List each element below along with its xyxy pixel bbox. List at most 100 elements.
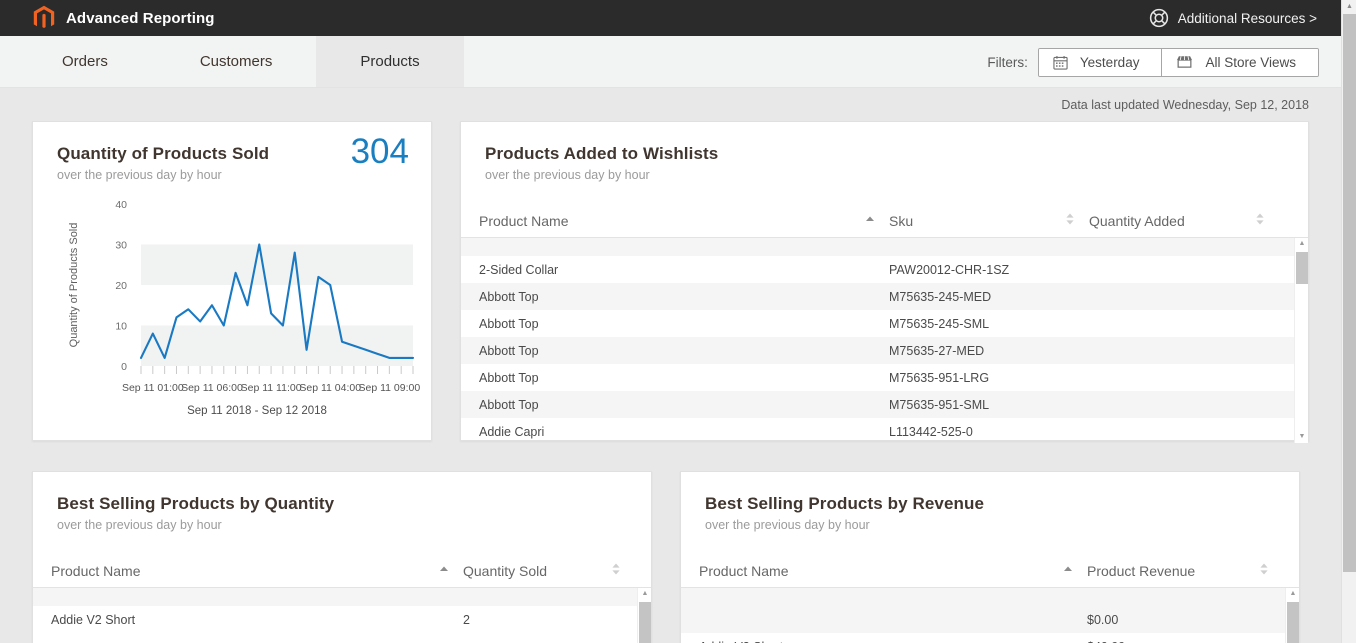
bsr-col-product-name-label: Product Name bbox=[699, 563, 788, 579]
magento-logo-icon bbox=[32, 5, 56, 31]
additional-resources-link[interactable]: Additional Resources > bbox=[1149, 0, 1317, 36]
wishlist-table-header: Product Name Sku Quantity Added bbox=[461, 204, 1308, 238]
page-scrollbar[interactable]: ▲ bbox=[1341, 0, 1356, 643]
data-updated-strip: Data last updated Wednesday, Sep 12, 201… bbox=[0, 88, 1341, 121]
table-cell-name: Addie V2 Short bbox=[699, 640, 1087, 643]
table-cell-sku: L113442-525-0 bbox=[889, 425, 1089, 439]
scroll-down-icon[interactable]: ▼ bbox=[1295, 431, 1309, 443]
tab-customers[interactable]: Customers bbox=[156, 36, 317, 87]
store-filter-label: All Store Views bbox=[1205, 55, 1296, 70]
wishlist-col-quantity-added[interactable]: Quantity Added bbox=[1089, 212, 1279, 229]
table-cell-name: Addie Capri bbox=[479, 425, 889, 439]
scroll-up-icon[interactable]: ▲ bbox=[638, 588, 652, 600]
table-cell-name: Abbott Top bbox=[479, 290, 889, 304]
wishlist-col-sku-label: Sku bbox=[889, 213, 913, 229]
table-cell-sku: M75635-951-LRG bbox=[889, 371, 1089, 385]
sort-none-icon bbox=[1065, 212, 1075, 229]
bsr-table-header: Product Name Product Revenue bbox=[681, 554, 1299, 588]
table-cell-name: Addie V2 Short bbox=[51, 613, 463, 627]
bsr-table-scrollbar[interactable]: ▲ bbox=[1285, 588, 1299, 643]
page-scroll-up-icon[interactable]: ▲ bbox=[1342, 0, 1356, 14]
table-row[interactable]: Abbott TopM75635-951-SML bbox=[461, 391, 1308, 418]
page-scrollbar-thumb[interactable] bbox=[1343, 14, 1356, 572]
table-cell-value: $40.99 bbox=[1087, 640, 1283, 643]
wishlist-col-product-name-label: Product Name bbox=[479, 213, 568, 229]
bsr-col-product-name[interactable]: Product Name bbox=[699, 563, 1087, 579]
table-row-spacer bbox=[681, 588, 1299, 606]
tab-orders-label: Orders bbox=[62, 53, 108, 70]
table-cell-name: Abbott Top bbox=[479, 317, 889, 331]
table-row-spacer bbox=[461, 238, 1308, 256]
tab-orders[interactable]: Orders bbox=[0, 36, 156, 87]
table-row[interactable]: 2-Sided CollarPAW20012-CHR-1SZ bbox=[461, 256, 1308, 283]
bsr-card-title: Best Selling Products by Revenue bbox=[705, 494, 1275, 514]
table-row[interactable]: Abbott TopM75635-245-MED bbox=[461, 283, 1308, 310]
bsr-scrollbar-thumb[interactable] bbox=[1287, 602, 1299, 643]
wishlist-card-header: Products Added to Wishlists over the pre… bbox=[461, 122, 1308, 182]
bsq-col-quantity-sold-label: Quantity Sold bbox=[463, 563, 547, 579]
bsq-card-header: Best Selling Products by Quantity over t… bbox=[33, 472, 651, 532]
bsq-rows: Addie V2 Short2 bbox=[33, 588, 651, 633]
table-cell-value: $0.00 bbox=[1087, 613, 1283, 627]
table-row[interactable]: Abbott TopM75635-951-LRG bbox=[461, 364, 1308, 391]
bsr-card-header: Best Selling Products by Revenue over th… bbox=[681, 472, 1299, 532]
products-added-to-wishlists-card: Products Added to Wishlists over the pre… bbox=[460, 121, 1309, 441]
svg-text:0: 0 bbox=[121, 361, 127, 373]
bsq-col-quantity-sold[interactable]: Quantity Sold bbox=[463, 562, 635, 579]
wishlist-col-quantity-added-label: Quantity Added bbox=[1089, 213, 1185, 229]
table-cell-sku: M75635-951-SML bbox=[889, 398, 1089, 412]
line-chart: 010203040Quantity of Products SoldSep 11… bbox=[33, 182, 431, 421]
scroll-up-icon[interactable]: ▲ bbox=[1295, 238, 1309, 250]
best-selling-by-revenue-card: Best Selling Products by Revenue over th… bbox=[680, 471, 1300, 643]
wishlist-table-body: 2-Sided CollarPAW20012-CHR-1SZAbbott Top… bbox=[461, 238, 1308, 443]
svg-text:20: 20 bbox=[115, 280, 127, 292]
bsq-card-title: Best Selling Products by Quantity bbox=[57, 494, 627, 514]
app-title: Advanced Reporting bbox=[66, 10, 214, 27]
table-row-spacer bbox=[33, 588, 651, 606]
svg-text:40: 40 bbox=[115, 199, 127, 211]
bsq-scrollbar-thumb[interactable] bbox=[639, 602, 651, 643]
scroll-up-icon[interactable]: ▲ bbox=[1286, 588, 1300, 600]
wishlist-card-subtitle: over the previous day by hour bbox=[485, 168, 1284, 182]
dashboard-row-top: Quantity of Products Sold over the previ… bbox=[32, 121, 1309, 441]
wishlist-table-scrollbar[interactable]: ▲ ▼ bbox=[1294, 238, 1308, 443]
table-cell-name: Abbott Top bbox=[479, 371, 889, 385]
table-row[interactable]: Addie V2 Short2 bbox=[33, 606, 651, 633]
top-header-bar: Advanced Reporting Additional Resources … bbox=[0, 0, 1341, 36]
sort-asc-icon bbox=[1063, 563, 1073, 579]
dashboard-board: Quantity of Products Sold over the previ… bbox=[0, 121, 1341, 643]
best-selling-by-quantity-card: Best Selling Products by Quantity over t… bbox=[32, 471, 652, 643]
wishlist-col-product-name[interactable]: Product Name bbox=[479, 213, 889, 229]
wishlist-scrollbar-thumb[interactable] bbox=[1296, 252, 1308, 284]
table-row[interactable]: $0.00 bbox=[681, 606, 1299, 633]
svg-text:Sep 11 09:00: Sep 11 09:00 bbox=[358, 382, 420, 394]
tab-products[interactable]: Products bbox=[316, 36, 463, 87]
quantity-products-sold-card: Quantity of Products Sold over the previ… bbox=[32, 121, 432, 441]
bsq-table-header: Product Name Quantity Sold bbox=[33, 554, 651, 588]
table-cell-sku: M75635-27-MED bbox=[889, 344, 1089, 358]
svg-text:Sep 11 2018 - Sep 12 2018: Sep 11 2018 - Sep 12 2018 bbox=[187, 405, 327, 416]
chart-card-header: Quantity of Products Sold over the previ… bbox=[33, 122, 431, 182]
date-filter-label: Yesterday bbox=[1080, 55, 1140, 70]
wishlist-rows: 2-Sided CollarPAW20012-CHR-1SZAbbott Top… bbox=[461, 238, 1308, 445]
filters-area: Filters: bbox=[987, 36, 1319, 88]
table-row[interactable]: Abbott TopM75635-27-MED bbox=[461, 337, 1308, 364]
table-row[interactable]: Addie CapriL113442-525-0 bbox=[461, 418, 1308, 445]
wishlist-col-sku[interactable]: Sku bbox=[889, 212, 1089, 229]
bsr-card-subtitle: over the previous day by hour bbox=[705, 518, 1275, 532]
sort-none-icon bbox=[1259, 562, 1269, 579]
tab-products-label: Products bbox=[360, 53, 419, 70]
table-row[interactable]: Abbott TopM75635-245-SML bbox=[461, 310, 1308, 337]
store-icon bbox=[1176, 55, 1193, 69]
brand: Advanced Reporting bbox=[32, 5, 214, 31]
bsq-card-subtitle: over the previous day by hour bbox=[57, 518, 627, 532]
store-filter-button[interactable]: All Store Views bbox=[1161, 49, 1318, 76]
bsq-table-scrollbar[interactable]: ▲ bbox=[637, 588, 651, 643]
table-row[interactable]: Addie V2 Short$40.99 bbox=[681, 633, 1299, 643]
svg-text:10: 10 bbox=[115, 321, 127, 333]
table-cell-value: 2 bbox=[463, 613, 635, 627]
bsq-table-body: Addie V2 Short2 ▲ bbox=[33, 588, 651, 643]
bsr-col-product-revenue[interactable]: Product Revenue bbox=[1087, 562, 1283, 579]
date-filter-button[interactable]: Yesterday bbox=[1039, 49, 1162, 76]
bsq-col-product-name[interactable]: Product Name bbox=[51, 563, 463, 579]
